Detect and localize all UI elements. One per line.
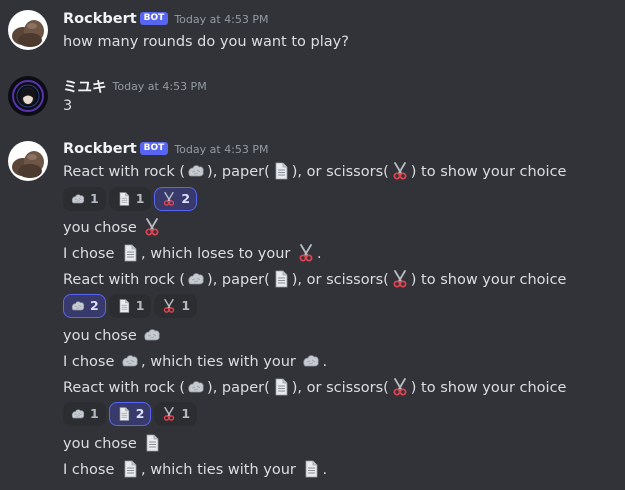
- page-icon: [116, 298, 132, 314]
- round3-result: I chose , which ties with your .: [63, 459, 327, 481]
- reaction-page[interactable]: 1: [108, 187, 152, 211]
- page-icon: [116, 191, 132, 207]
- page-icon: [271, 377, 291, 397]
- page-icon: [120, 459, 140, 479]
- page-icon: [116, 406, 132, 422]
- rock-icon: [186, 161, 206, 181]
- rock-icon: [70, 191, 86, 207]
- scissors-icon: [161, 298, 177, 314]
- page-icon: [271, 269, 291, 289]
- message-text: 3: [63, 98, 73, 114]
- username[interactable]: Rockbert: [63, 11, 137, 27]
- choice-prompt: React with rock (), paper(), or scissors…: [63, 269, 566, 291]
- rockbert-avatar[interactable]: [8, 10, 48, 50]
- message-header: ミユキ Today at 4:53 PM: [63, 76, 207, 97]
- scissors-icon: [161, 406, 177, 422]
- round1-user-choice: you chose: [63, 217, 163, 239]
- reaction-rock[interactable]: 1: [63, 187, 106, 211]
- reaction-rock[interactable]: 1: [63, 402, 106, 426]
- timestamp[interactable]: Today at 4:53 PM: [174, 143, 268, 156]
- page-icon: [120, 243, 140, 263]
- message-text: how many rounds do you want to play?: [63, 34, 349, 50]
- message-header: Rockbert BOT Today at 4:53 PM: [63, 11, 269, 27]
- scissors-icon: [390, 161, 410, 181]
- rock-icon: [186, 269, 206, 289]
- reaction-scissors[interactable]: 1: [154, 402, 198, 426]
- reaction-bar: 112: [63, 187, 200, 211]
- round3-user-choice: you chose: [63, 433, 163, 455]
- scissors-icon: [390, 269, 410, 289]
- rockbert-avatar[interactable]: [8, 141, 48, 181]
- bot-badge: BOT: [139, 141, 169, 155]
- round2-result: I chose , which ties with your .: [63, 351, 327, 373]
- choice-prompt: React with rock (), paper(), or scissors…: [63, 161, 566, 183]
- reaction-page[interactable]: 2: [108, 402, 152, 426]
- bot-badge: BOT: [139, 11, 169, 25]
- username[interactable]: ミユキ: [63, 80, 107, 96]
- reaction-bar: 211: [63, 294, 200, 318]
- message-header: Rockbert BOT Today at 4:53 PM: [63, 141, 269, 157]
- reaction-scissors[interactable]: 1: [154, 294, 198, 318]
- username[interactable]: Rockbert: [63, 141, 137, 157]
- scissors-icon: [161, 191, 177, 207]
- reaction-rock[interactable]: 2: [63, 294, 106, 318]
- rock-icon: [186, 377, 206, 397]
- rock-icon: [120, 351, 140, 371]
- page-icon: [271, 161, 291, 181]
- page-icon: [142, 433, 162, 453]
- page-icon: [301, 459, 321, 479]
- scissors-icon: [390, 377, 410, 397]
- reaction-bar: 121: [63, 402, 200, 426]
- rock-icon: [301, 351, 321, 371]
- timestamp[interactable]: Today at 4:53 PM: [113, 80, 207, 93]
- round1-result: I chose , which loses to your .: [63, 243, 322, 265]
- scissors-icon: [296, 243, 316, 263]
- reaction-page[interactable]: 1: [108, 294, 152, 318]
- miyuki-avatar[interactable]: [8, 76, 48, 116]
- round2-user-choice: you chose: [63, 325, 163, 347]
- rock-icon: [70, 298, 86, 314]
- rock-icon: [70, 406, 86, 422]
- timestamp[interactable]: Today at 4:53 PM: [174, 13, 268, 26]
- choice-prompt: React with rock (), paper(), or scissors…: [63, 377, 566, 399]
- scissors-icon: [142, 217, 162, 237]
- reaction-scissors[interactable]: 2: [154, 187, 198, 211]
- rock-icon: [142, 325, 162, 345]
